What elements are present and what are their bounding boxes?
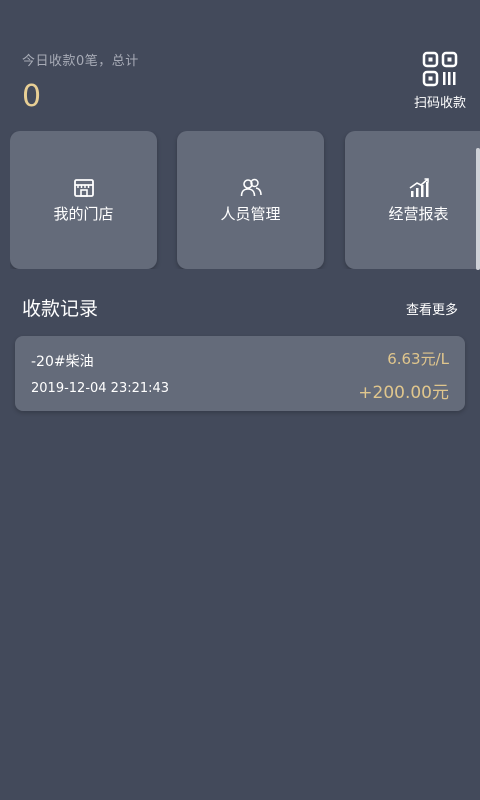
my-store-card[interactable]: 我的门店: [10, 131, 157, 269]
record-unit-price: 6.63元/L: [387, 350, 449, 368]
store-icon: [73, 178, 94, 197]
today-summary-label: 今日收款0笔，总计: [22, 54, 139, 69]
records-section-title: 收款记录: [22, 298, 99, 320]
record-timestamp: 2019-12-04 23:21:43: [31, 381, 170, 396]
payment-record-item[interactable]: -20#柴油 6.63元/L 2019-12-04 23:21:43 +200.…: [15, 336, 465, 411]
report-chart-icon: [409, 177, 429, 197]
business-report-card[interactable]: 经营报表: [345, 131, 480, 269]
today-summary: 今日收款0笔，总计 0: [22, 50, 139, 115]
scan-to-collect-label: 扫码收款: [413, 96, 466, 111]
record-amount: +200.00元: [358, 383, 449, 403]
staff-management-card[interactable]: 人员管理: [177, 131, 324, 269]
scan-to-collect-button[interactable]: 扫码收款: [410, 50, 470, 111]
function-cards: 我的门店 人员管理 经营报表: [10, 131, 480, 269]
business-report-label: 经营报表: [388, 204, 449, 223]
qr-code-icon: [422, 51, 458, 87]
view-more-link[interactable]: 查看更多: [406, 299, 458, 318]
people-icon: [240, 178, 262, 196]
today-total-amount: 0: [22, 79, 42, 114]
my-store-label: 我的门店: [53, 204, 114, 223]
staff-management-label: 人员管理: [220, 204, 281, 223]
horizontal-scroll-indicator[interactable]: [476, 148, 480, 270]
record-fuel-name: -20#柴油: [31, 354, 94, 370]
